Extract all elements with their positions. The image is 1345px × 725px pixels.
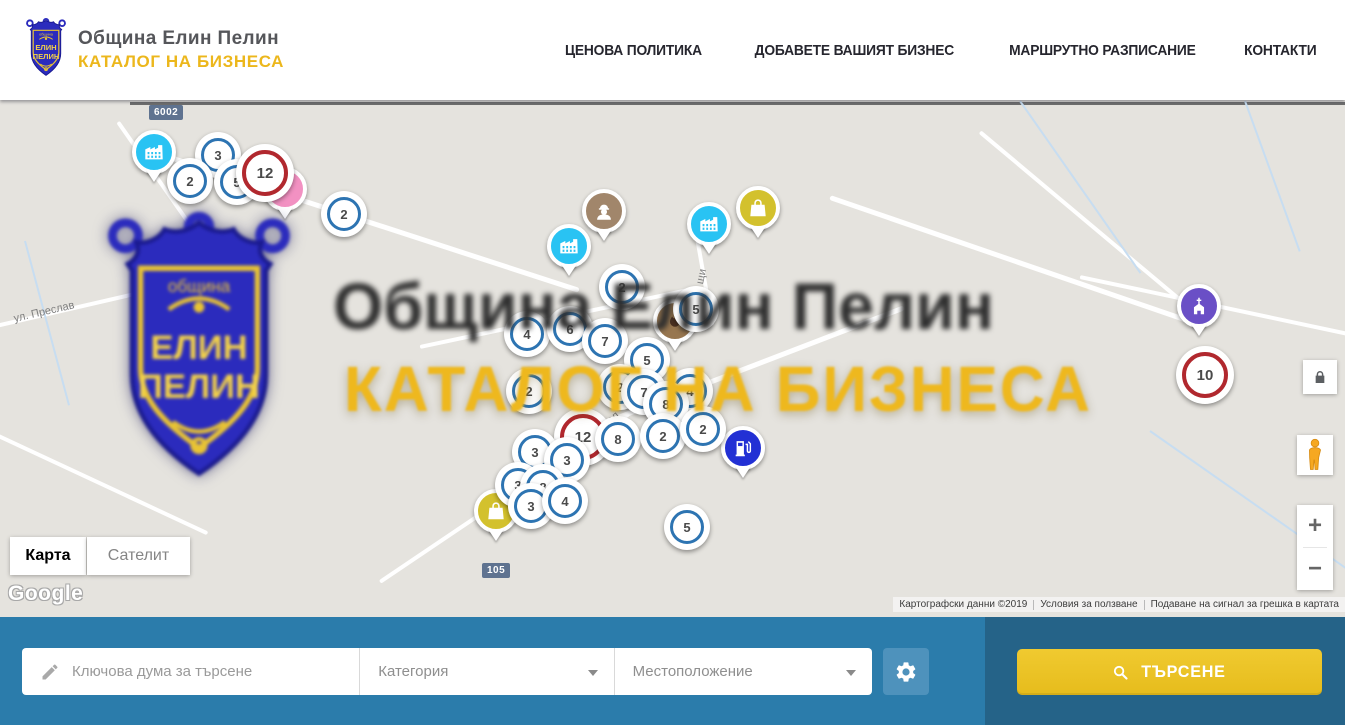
- map-pin-factory[interactable]: [132, 130, 176, 174]
- church-icon: [1177, 284, 1221, 328]
- google-map[interactable]: ул. Преславбул. „Новоселщи 6002105 общин…: [0, 100, 1345, 617]
- google-logo[interactable]: Google: [8, 582, 83, 606]
- search-button-label: ТЪРСЕНЕ: [1141, 662, 1225, 682]
- chevron-down-icon: [846, 670, 856, 676]
- street-view-pegman[interactable]: [1297, 435, 1333, 475]
- svg-text:ПЕЛИН: ПЕЛИН: [138, 368, 260, 406]
- pin-tail: [596, 229, 612, 241]
- cluster-count: 2: [327, 197, 361, 231]
- site-subtitle: КАТАЛОГ НА БИЗНЕСА: [78, 52, 284, 72]
- location-dropdown[interactable]: Местоположение: [615, 648, 872, 695]
- watermark-crest: община ЕЛИН ПЕЛИН: [78, 212, 320, 504]
- municipality-crest-logo: община ЕЛИН ПЕЛИН: [22, 18, 70, 82]
- map-river: [24, 241, 70, 406]
- svg-text:община: община: [39, 33, 54, 37]
- cluster-count: 8: [601, 422, 635, 456]
- category-dropdown-label: Категория: [378, 663, 448, 680]
- brand-logo[interactable]: община ЕЛИН ПЕЛИН Община Елин Пелин КАТА…: [22, 18, 284, 82]
- search-button[interactable]: ТЪРСЕНЕ: [1017, 649, 1322, 695]
- pin-tail: [146, 170, 162, 182]
- factory-icon: [687, 202, 731, 246]
- nav-route-schedule[interactable]: МАРШРУТНО РАЗПИСАНИЕ: [1009, 42, 1196, 59]
- nav-pricing[interactable]: ЦЕНОВА ПОЛИТИКА: [565, 42, 702, 59]
- pin-tail: [750, 226, 766, 238]
- map-cluster-marker[interactable]: 12: [236, 144, 294, 202]
- map-cluster-marker[interactable]: 10: [1176, 346, 1234, 404]
- map-pin-factory[interactable]: [687, 202, 731, 246]
- pin-tail: [701, 242, 717, 254]
- keyword-section: [22, 648, 359, 695]
- map-type-control: Карта Сателит: [10, 537, 190, 575]
- watermark-title: Община Елин Пелин: [333, 268, 994, 344]
- map-cluster-marker[interactable]: 5: [664, 504, 710, 550]
- map-pin-church[interactable]: [1177, 284, 1221, 328]
- nav-contacts[interactable]: КОНТАКТИ: [1245, 42, 1317, 59]
- page: община ЕЛИН ПЕЛИН Община Елин Пелин КАТА…: [0, 0, 1345, 725]
- attribution-copyright: Картографски данни ©2019: [893, 599, 1033, 610]
- svg-text:ЕЛИН: ЕЛИН: [35, 43, 56, 52]
- cluster-count: 5: [670, 510, 704, 544]
- main-nav: ЦЕНОВА ПОЛИТИКА ДОБАВЕТЕ ВАШИЯТ БИЗНЕС М…: [559, 0, 1320, 100]
- cluster-count: 4: [548, 484, 582, 518]
- svg-text:ПЕЛИН: ПЕЛИН: [33, 52, 60, 61]
- lock-icon: [1312, 369, 1328, 385]
- map-lock-button[interactable]: [1303, 360, 1337, 394]
- map-pin-fuel[interactable]: [721, 426, 765, 470]
- search-panel: Категория Местоположение ТЪРСЕНЕ: [0, 617, 1345, 725]
- attribution-report-error-link[interactable]: Подаване на сигнал за грешка в картата: [1145, 599, 1345, 610]
- watermark-subtitle: КАТАЛОГ НА БИЗНЕСА: [344, 352, 1092, 426]
- worker-icon: [582, 189, 626, 233]
- zoom-out-button[interactable]: −: [1297, 548, 1333, 590]
- road-shield: 6002: [149, 105, 183, 120]
- map-attribution: Картографски данни ©2019 Условия за полз…: [893, 597, 1345, 612]
- search-field-group: Категория Местоположение: [22, 648, 872, 695]
- svg-text:ЕЛИН: ЕЛИН: [150, 329, 247, 367]
- keyword-search-input[interactable]: [72, 663, 359, 680]
- pin-tail: [1191, 324, 1207, 336]
- road-shield: 105: [482, 563, 510, 578]
- pegman-icon: [1304, 438, 1326, 472]
- svg-text:община: община: [168, 276, 231, 296]
- street-label: ул. Преслав: [13, 299, 76, 325]
- map-type-satellite-button[interactable]: Сателит: [87, 537, 190, 575]
- advanced-settings-button[interactable]: [883, 648, 929, 695]
- map-river: [1019, 100, 1141, 273]
- pencil-icon: [40, 662, 60, 682]
- cluster-count: 2: [173, 164, 207, 198]
- search-icon: [1112, 664, 1129, 681]
- bag-icon: [736, 186, 780, 230]
- nav-add-business[interactable]: ДОБАВЕТЕ ВАШИЯТ БИЗНЕС: [755, 42, 954, 59]
- map-pin-bag[interactable]: [736, 186, 780, 230]
- category-dropdown[interactable]: Категория: [360, 648, 613, 695]
- header: община ЕЛИН ПЕЛИН Община Елин Пелин КАТА…: [0, 0, 1345, 100]
- site-title: Община Елин Пелин: [78, 28, 284, 50]
- attribution-terms-link[interactable]: Условия за ползване: [1034, 599, 1143, 610]
- pin-tail: [735, 466, 751, 478]
- map-zoom-control: + −: [1297, 505, 1333, 590]
- zoom-in-button[interactable]: +: [1297, 505, 1333, 547]
- map-cluster-marker[interactable]: 2: [167, 158, 213, 204]
- cluster-count: 12: [242, 150, 288, 196]
- chevron-down-icon: [588, 670, 598, 676]
- map-type-map-button[interactable]: Карта: [10, 537, 86, 575]
- gear-icon: [894, 660, 918, 684]
- map-railway: [130, 102, 1345, 105]
- map-river: [1244, 101, 1301, 252]
- factory-icon: [132, 130, 176, 174]
- pin-tail: [488, 529, 504, 541]
- map-cluster-marker[interactable]: 2: [321, 191, 367, 237]
- fuel-icon: [721, 426, 765, 470]
- map-cluster-marker[interactable]: 4: [542, 478, 588, 524]
- map-pin-worker[interactable]: [582, 189, 626, 233]
- cluster-count: 10: [1182, 352, 1228, 398]
- location-dropdown-label: Местоположение: [633, 663, 753, 680]
